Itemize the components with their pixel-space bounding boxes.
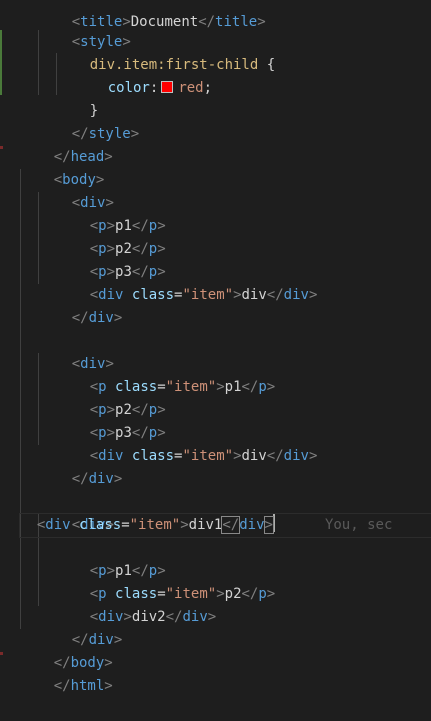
code-line: </div> (71, 471, 123, 487)
code-line: <p>p3</p> (89, 425, 166, 441)
matching-bracket: </ (221, 516, 241, 534)
code-line: <div class="item">div</div> (89, 287, 318, 303)
active-code-line[interactable]: <div class="item">div1</div> You, sec (19, 513, 431, 538)
code-line: div.item:first-child { (89, 57, 276, 73)
git-blame-annotation: You, sec (324, 517, 393, 533)
code-line: <div> (71, 195, 114, 211)
code-line: <p>p1</p> (89, 218, 166, 234)
code-line: <p>p1</p> (89, 563, 166, 579)
code-editor[interactable]: <title>Document</title> <style> div.item… (0, 0, 431, 694)
text-cursor (272, 514, 275, 532)
code-line: color: red; (107, 80, 213, 96)
code-line: </style> (71, 126, 140, 142)
code-line: } (89, 103, 99, 119)
code-line: </div> (71, 632, 123, 648)
code-line: </head> (53, 149, 113, 165)
code-line: <p class="item">p2</p> (89, 586, 276, 602)
git-change-marker (0, 30, 2, 95)
code-line: <style> (71, 34, 131, 50)
code-line: <div> (71, 356, 114, 372)
code-line: </div> (71, 310, 123, 326)
code-line: </body> (53, 655, 113, 671)
git-delete-marker (0, 146, 3, 149)
code-line: <p>p3</p> (89, 264, 166, 280)
color-swatch[interactable] (161, 81, 174, 93)
code-line: <p class="item">p1</p> (89, 379, 276, 395)
code-line: <p>p2</p> (89, 241, 166, 257)
code-line: <p>p2</p> (89, 402, 166, 418)
indent-guide (20, 169, 21, 629)
code-line: <div> (71, 517, 114, 533)
git-delete-marker (0, 652, 3, 655)
matching-bracket: > (263, 516, 275, 534)
code-line: <div>div2</div> (89, 609, 217, 625)
code-line: <div class="item">div</div> (89, 448, 318, 464)
code-line: </html> (53, 678, 113, 694)
code-line: <body> (53, 172, 105, 188)
